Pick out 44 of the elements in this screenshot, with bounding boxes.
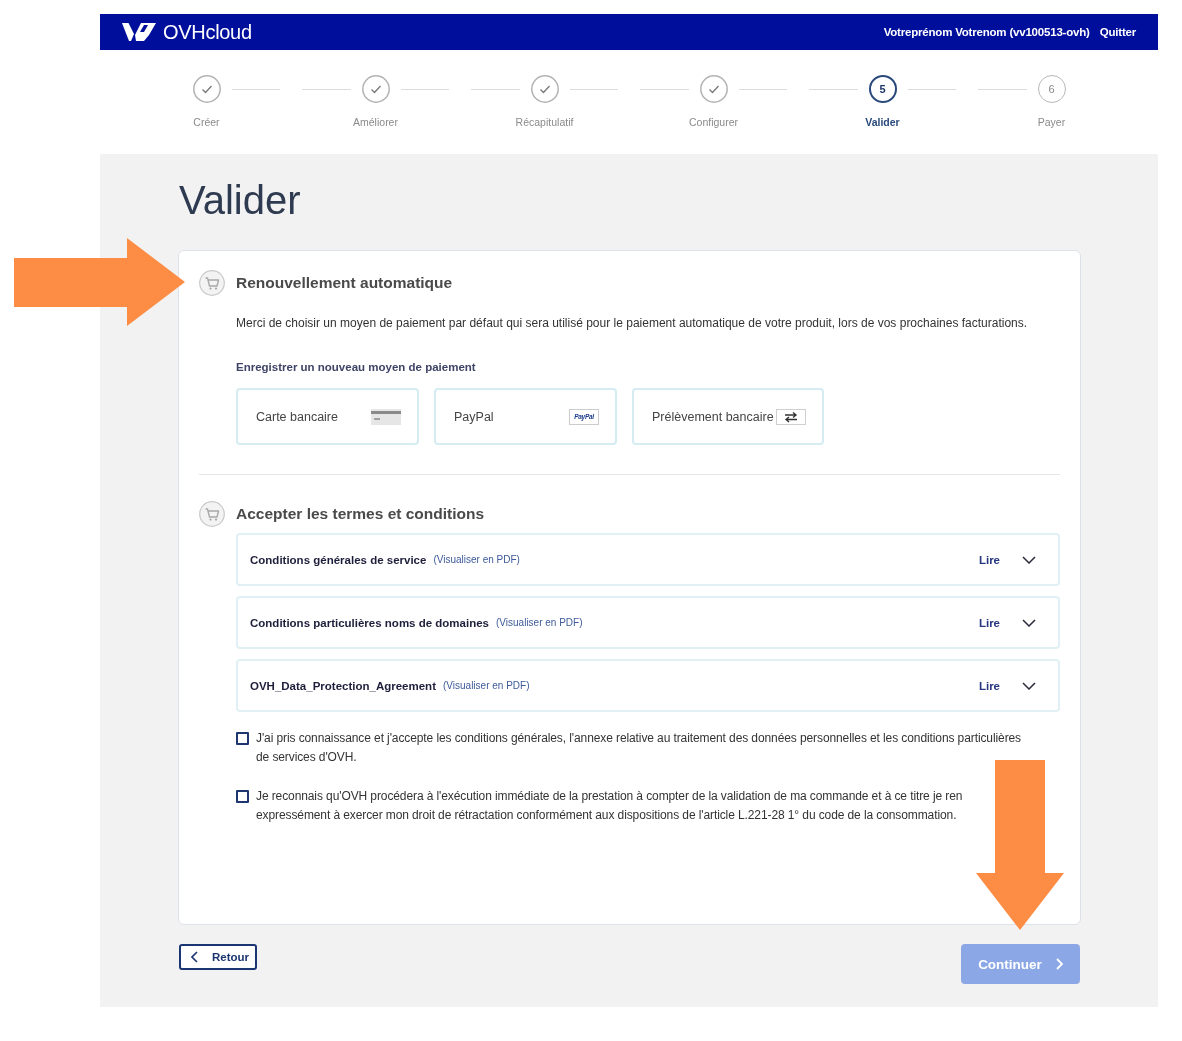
logo-icon [122,22,156,42]
step-label: Récapitulatif [515,115,574,129]
step-label: Créer [193,115,220,129]
section-title: Renouvellement automatique [236,274,453,292]
read-link[interactable]: Lire [978,679,1000,692]
accordion-item[interactable]: OVH_Data_Protection_Agreement (Visualiser en PDF) Lire [236,659,1060,712]
pdf-link[interactable]: (Visualiser en PDF) [443,680,530,691]
step-label: Valider [865,115,900,129]
credit-card-icon [371,408,401,425]
document-title: Conditions particulières noms de domaines [250,616,489,629]
chevron-left-icon [191,951,198,963]
accordion-item[interactable]: Conditions particulières noms de domaines (Visualiser en PDF) Lire [236,596,1060,649]
payment-method-button[interactable]: Prélèvement bancaire [632,388,824,445]
chevron-down-icon[interactable] [1022,681,1036,690]
step-number: 5 [868,75,897,103]
step-label: Payer [1037,115,1066,129]
step-label: Améliorer [353,115,398,129]
payment-method-button[interactable]: Carte bancaire [236,388,419,445]
step-label: Configurer [689,115,738,129]
pdf-link[interactable]: (Visualiser en PDF) [496,617,583,628]
cart-icon [199,501,225,527]
logout-link[interactable]: Quitter [1099,26,1136,38]
swap-arrows-icon [775,408,806,425]
read-link[interactable]: Lire [978,616,1000,629]
cart-icon [199,270,225,296]
document-title: Conditions générales de service [250,553,427,566]
agreement-text: Je reconnais qu'OVH procédera à l'exécution immédiate de la prestation à compter de la validation de ma commande et à ce titre je ren expressément à exercer mon droit de rétractation conformément aux dispositions de l'article L.221-28 1° du code de la consommation. [256,788,963,824]
checkbox[interactable] [236,790,249,803]
subsection-title: Enregistrer un nouveau moyen de paiement [236,361,477,373]
chevron-down-icon[interactable] [1022,618,1036,627]
chevron-right-icon [1055,958,1063,970]
section-description: Merci de choisir un moyen de paiement par défaut qui sera utilisé pour le paiement automatique de votre produit, lors de vos prochaines facturations. [236,315,1029,331]
document-title: OVH_Data_Protection_Agreement [250,679,436,692]
checkbox[interactable] [236,732,249,745]
section-title: Accepter les termes et conditions [236,505,485,523]
pdf-link[interactable]: (Visualiser en PDF) [433,554,520,565]
page-title: Valider [179,177,302,224]
chevron-down-icon[interactable] [1022,555,1036,564]
read-link[interactable]: Lire [978,553,1000,566]
back-button[interactable]: Retour [179,944,258,970]
accordion-item[interactable]: Conditions générales de service (Visualiser en PDF) Lire [236,533,1060,586]
agreement-text: J'ai pris connaissance et j'accepte les conditions générales, l'annexe relative au traitement des données personnelles et les conditions particulières de services d'OVH. [256,730,1021,766]
brand-name: OVHcloud [163,20,252,44]
user-name: Votreprénom Votrenom (vv100513-ovh) [883,26,1090,38]
